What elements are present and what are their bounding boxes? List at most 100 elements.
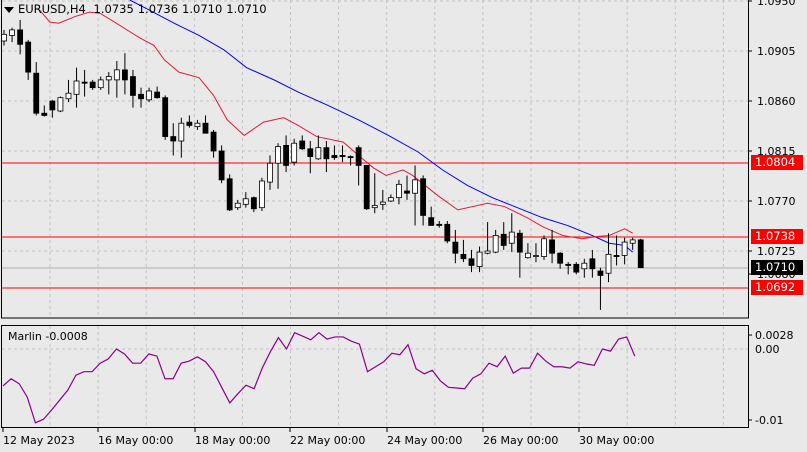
candle-body-bear	[355, 147, 362, 166]
candle-body-bull	[1, 33, 7, 42]
candle-body-bear	[41, 112, 48, 116]
chart-menu-triangle-icon[interactable]	[4, 6, 14, 13]
candle	[371, 173, 378, 214]
current-price-tag: 1.0710	[751, 260, 803, 275]
candle-body-bull	[476, 251, 483, 267]
candle-body-bear	[500, 233, 507, 246]
candle	[130, 69, 136, 108]
candle	[581, 258, 588, 278]
candle-body-bear	[202, 122, 209, 134]
candle-body-bear	[170, 136, 177, 142]
candle	[275, 143, 281, 189]
candle	[33, 62, 40, 116]
candle-body-bull	[379, 201, 386, 205]
candle	[9, 27, 15, 43]
candle-body-bear	[468, 258, 475, 266]
level-tag-1: 1.0804	[751, 155, 803, 170]
time-tick-label: 12 May 2023	[3, 434, 75, 447]
candle	[283, 135, 290, 173]
candle	[573, 262, 580, 275]
candle-body-bear	[637, 239, 644, 269]
time-tick-label: 18 May 00:00	[195, 434, 270, 447]
ma-fast-line	[39, 9, 633, 240]
candle	[1, 29, 7, 46]
candle	[226, 174, 233, 211]
candle-body-bear	[49, 100, 56, 111]
candle-body-bear	[130, 76, 136, 96]
candle	[291, 138, 298, 166]
candle-body-bear	[122, 69, 128, 81]
candle	[420, 175, 427, 226]
time-tick-label: 22 May 00:00	[290, 434, 365, 447]
candle	[557, 252, 564, 269]
candle-body-bull	[396, 183, 402, 199]
candle-body-bear	[154, 91, 161, 99]
candle-body-bear	[557, 252, 564, 264]
time-tick-label: 26 May 00:00	[483, 434, 558, 447]
candle-body-bull	[371, 205, 378, 209]
candle-body-bull	[105, 76, 112, 81]
candle-body-bear	[613, 255, 620, 257]
candle-body-bull	[525, 252, 531, 259]
candle-body-bear	[162, 97, 169, 137]
candle-body-bull	[581, 262, 588, 270]
indicator-panel-border	[1, 325, 749, 428]
candle	[186, 115, 193, 128]
close-value: 1.0710	[226, 2, 267, 16]
candle-body-bull	[97, 79, 104, 89]
candle-body-bear	[331, 155, 338, 159]
price-tick-label: 1.0725	[757, 245, 796, 258]
candle-body-bear	[565, 263, 572, 266]
candle	[202, 115, 209, 134]
candle	[621, 237, 628, 265]
candle	[323, 140, 330, 173]
candle-body-bull	[412, 179, 418, 194]
candle	[299, 135, 306, 150]
candle-body-bull	[621, 241, 628, 256]
indicator-tick: -0.01	[755, 414, 783, 427]
low-value: 1.0710	[182, 2, 223, 16]
symbol-label: EURUSD,H4	[18, 2, 86, 16]
candle-body-bear	[363, 165, 370, 210]
candle-body-bull	[65, 92, 72, 100]
candle	[605, 233, 612, 283]
candle	[533, 243, 539, 263]
candle-body-bear	[573, 263, 580, 273]
candle	[629, 237, 636, 250]
level-tag-3: 1.0692	[751, 280, 803, 295]
high-value: 1.0736	[137, 2, 179, 16]
candle-body-bear	[460, 253, 467, 260]
candle	[355, 145, 362, 186]
candle	[57, 96, 64, 113]
candle	[549, 229, 555, 264]
indicator-value: -0.0008	[45, 330, 88, 343]
candle-body-bear	[226, 178, 233, 211]
candle	[541, 235, 547, 260]
candle-body-bear	[428, 217, 435, 226]
time-tick-label: 30 May 00:00	[579, 434, 654, 447]
chart-canvas[interactable]: 1.09501.09051.08601.08151.07701.07251.06…	[0, 0, 807, 452]
candle-body-bull	[267, 162, 273, 183]
candle-body-bear	[89, 81, 96, 89]
candle-body-bear	[436, 223, 443, 226]
candle	[331, 145, 338, 160]
candle-body-bull	[73, 80, 80, 95]
candle-body-bull	[57, 97, 64, 112]
indicator-label: Marlin -0.0008	[8, 330, 88, 343]
candle-body-bull	[259, 180, 265, 209]
candle-body-bear	[307, 148, 314, 157]
candle	[218, 145, 225, 184]
level-tag-2: 1.0738	[751, 229, 803, 244]
time-tick-label: 24 May 00:00	[387, 434, 462, 447]
candle-body-bull	[9, 29, 15, 36]
candle	[267, 155, 273, 190]
candle	[492, 229, 499, 254]
candle	[49, 99, 56, 118]
candle-body-bear	[25, 41, 32, 73]
candle-body-bear	[250, 197, 257, 210]
candle-body-bull	[484, 250, 491, 254]
candle-body-bear	[210, 131, 217, 152]
candle	[315, 135, 322, 160]
price-tick-label: 1.0860	[757, 95, 796, 108]
price-tick-label: 1.0905	[757, 45, 796, 58]
